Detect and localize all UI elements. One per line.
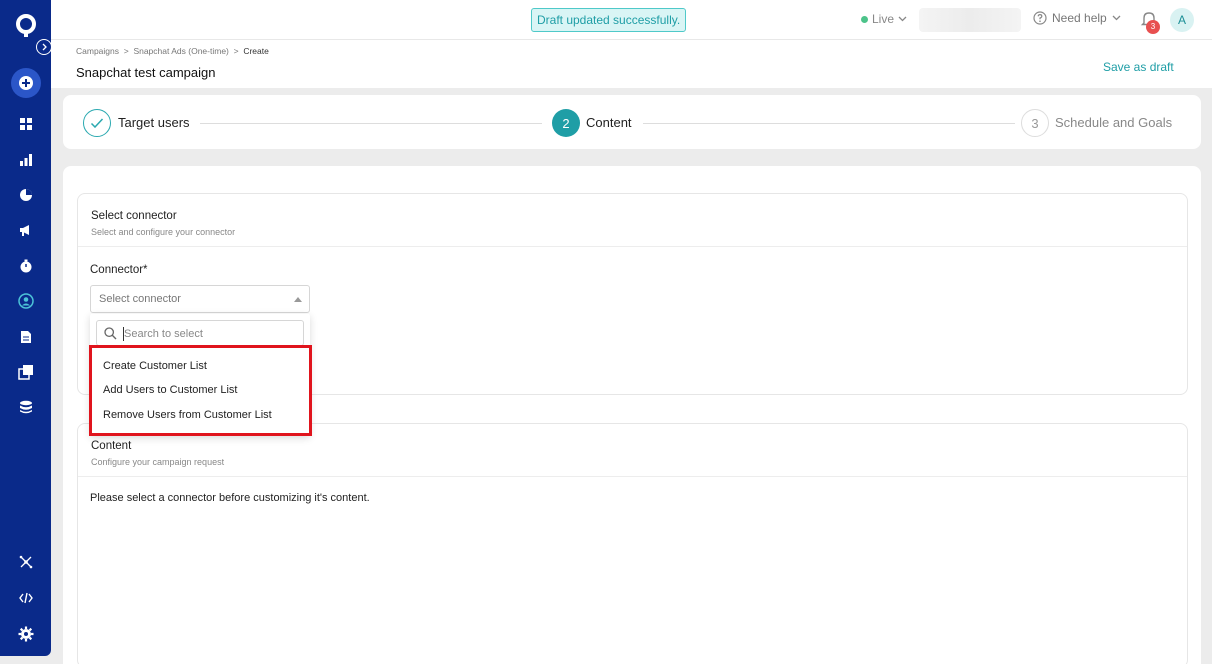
chevron-down-icon <box>898 16 907 22</box>
step-target-users-check-icon[interactable] <box>83 109 111 137</box>
sidebar-library-icon[interactable] <box>13 359 39 385</box>
toast-message: Draft updated successfully. <box>531 8 687 32</box>
campaign-stepper: Target users 2 Content 3 Schedule and Go… <box>63 95 1201 149</box>
sidebar-create-icon[interactable] <box>11 68 41 98</box>
breadcrumb-item-campaigns[interactable]: Campaigns <box>76 46 119 56</box>
breadcrumb: Campaigns > Snapchat Ads (One-time) > Cr… <box>76 46 269 56</box>
workspace-selector[interactable] <box>919 8 1021 32</box>
card-title: Select connector <box>91 210 177 222</box>
connector-select[interactable]: Select connector <box>90 285 310 313</box>
caret-up-icon <box>294 297 302 302</box>
user-avatar[interactable]: A <box>1170 8 1194 32</box>
notification-count-badge: 3 <box>1146 20 1160 34</box>
highlight-box <box>89 345 312 436</box>
sidebar-database-icon[interactable] <box>13 394 39 420</box>
step-content-number[interactable]: 2 <box>552 109 580 137</box>
sidebar-timer-icon[interactable] <box>13 253 39 279</box>
breadcrumb-separator: > <box>121 46 132 56</box>
step-schedule-label[interactable]: Schedule and Goals <box>1055 115 1172 130</box>
step-schedule-number[interactable]: 3 <box>1021 109 1049 137</box>
search-icon <box>104 327 117 340</box>
step-content-label[interactable]: Content <box>586 115 632 130</box>
connector-search-input[interactable]: Search to select <box>96 320 304 346</box>
sidebar-document-icon[interactable] <box>13 324 39 350</box>
step-connector-line <box>200 123 542 124</box>
environment-label: Live <box>872 12 895 26</box>
breadcrumb-separator: > <box>231 46 241 56</box>
divider <box>78 476 1187 477</box>
search-placeholder: Search to select <box>124 328 203 340</box>
live-status-dot-icon <box>861 15 868 23</box>
breadcrumb-item-current: Create <box>243 46 269 56</box>
card-subtitle: Select and configure your connector <box>91 227 236 237</box>
sidebar-settings-icon[interactable] <box>13 621 39 647</box>
page-title: Snapchat test campaign <box>76 65 216 80</box>
sidebar <box>0 0 52 656</box>
content-card: Content Configure your campaign request <box>77 423 1188 664</box>
sidebar-integrations-icon[interactable] <box>13 549 39 575</box>
save-as-draft-button[interactable]: Save as draft <box>1103 60 1174 74</box>
need-help-button[interactable]: Need help <box>1033 11 1121 25</box>
top-bar: Draft updated successfully. Live Need he… <box>51 0 1212 40</box>
help-icon <box>1033 11 1047 25</box>
page-header: Campaigns > Snapchat Ads (One-time) > Cr… <box>51 40 1212 88</box>
sidebar-code-icon[interactable] <box>13 585 39 611</box>
need-help-label: Need help <box>1052 11 1107 25</box>
connector-select-placeholder: Select connector <box>99 293 181 305</box>
sidebar-users-icon[interactable] <box>13 288 39 314</box>
app-logo-icon[interactable] <box>15 14 37 38</box>
step-connector-line <box>643 123 1015 124</box>
sidebar-segments-icon[interactable] <box>13 182 39 208</box>
content-empty-message: Please select a connector before customi… <box>90 492 370 504</box>
sidebar-expand-icon[interactable] <box>36 39 52 55</box>
environment-selector[interactable]: Live <box>861 12 907 26</box>
sidebar-dashboard-icon[interactable] <box>13 111 39 137</box>
connector-field-label: Connector* <box>90 264 148 276</box>
divider <box>78 246 1187 247</box>
step-target-users-label[interactable]: Target users <box>118 115 190 130</box>
card-title: Content <box>91 440 132 452</box>
card-subtitle: Configure your campaign request <box>91 457 225 467</box>
sidebar-analytics-icon[interactable] <box>13 147 39 173</box>
chevron-down-icon <box>1112 15 1121 21</box>
breadcrumb-item-snapchat-ads[interactable]: Snapchat Ads (One-time) <box>133 46 228 56</box>
sidebar-campaigns-icon[interactable] <box>13 217 39 243</box>
